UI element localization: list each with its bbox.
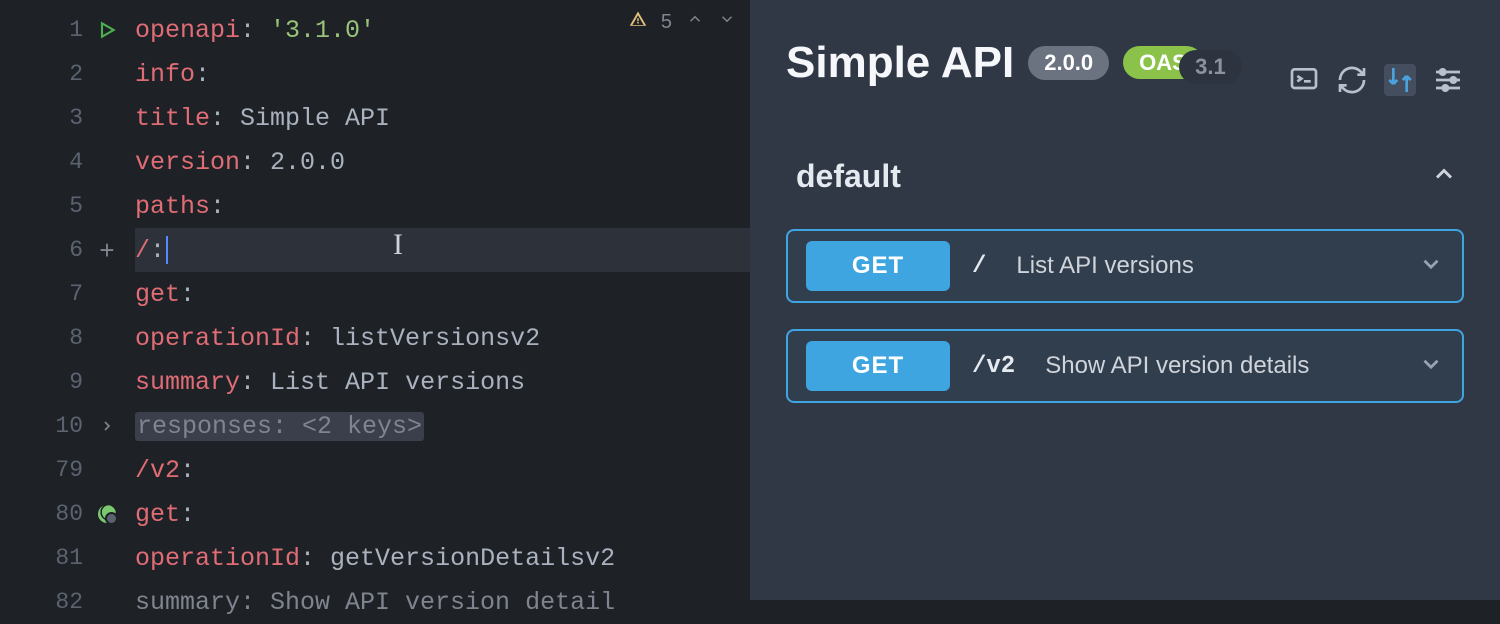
gutter-row: 81 [0,536,135,580]
gutter-row: 1 [0,8,135,52]
gutter-spacer [95,590,119,614]
line-number: 79 [43,457,83,483]
add-line-icon[interactable]: + [95,238,119,262]
operation-summary: Show API version details [1045,352,1309,380]
api-preview-panel: Simple API 2.0.0 OAS 3.1 default GET / Lis… [750,0,1500,600]
chevron-down-icon[interactable] [1418,351,1444,382]
code-line[interactable]: operationId: getVersionDetailsv2 [135,536,750,580]
line-number: 5 [43,193,83,219]
editor-diagnostics[interactable]: 5 [629,10,736,34]
editor-caret [166,236,168,264]
oas-version-badge: 3.1 [1179,50,1242,84]
tag-section-header[interactable]: default [786,158,1464,211]
line-number: 4 [43,149,83,175]
code-line[interactable]: title: Simple API [135,96,750,140]
gutter-row: 5 [0,184,135,228]
code-line[interactable]: paths: [135,184,750,228]
code-line[interactable]: info: [135,52,750,96]
gutter-row: 4 [0,140,135,184]
chevron-up-icon [1430,160,1458,193]
oas-badge-group: OAS 3.1 [1123,50,1203,76]
prev-problem-icon[interactable] [686,10,704,34]
code-line[interactable]: get: [135,272,750,316]
operation-row[interactable]: GET / List API versions [786,229,1464,303]
line-number: 82 [43,589,83,615]
gutter-row: 10 [0,404,135,448]
refresh-icon[interactable] [1336,64,1368,96]
gutter-spacer [95,106,119,130]
line-number: 80 [43,501,83,527]
gutter-row: 3 [0,96,135,140]
code-line[interactable]: operationId: listVersionsv2 [135,316,750,360]
settings-sliders-icon[interactable] [1432,64,1464,96]
gutter-row: 80 [0,492,135,536]
gutter-row: 2 [0,52,135,96]
code-editor[interactable]: 123456+7891079808182 I openapi: '3.1.0'i… [0,0,750,600]
chevron-down-icon[interactable] [1418,251,1444,282]
warnings-count: 5 [661,11,672,34]
gutter-spacer [95,326,119,350]
editor-code-area[interactable]: I openapi: '3.1.0'info: title: Simple AP… [135,0,750,600]
run-icon[interactable] [95,18,119,42]
code-line[interactable]: responses: <2 keys> [135,404,750,448]
code-line[interactable]: version: 2.0.0 [135,140,750,184]
code-line[interactable]: get: [135,492,750,536]
unfold-icon[interactable] [95,414,119,438]
line-number: 6 [43,237,83,263]
line-number: 1 [43,17,83,43]
code-line[interactable]: summary: Show API version detail [135,580,750,624]
http-method-badge: GET [806,341,950,391]
operation-path: / [972,253,986,280]
gutter-row: 79 [0,448,135,492]
preview-toolbar [1288,64,1464,96]
line-number: 81 [43,545,83,571]
line-number: 3 [43,105,83,131]
operation-path: /v2 [972,353,1015,380]
gutter-spacer [95,62,119,86]
code-line[interactable]: /v2: [135,448,750,492]
line-number: 8 [43,325,83,351]
line-number: 2 [43,61,83,87]
gutter-spacer [95,546,119,570]
gutter-row: 7 [0,272,135,316]
gutter-row: 6+ [0,228,135,272]
terminal-icon[interactable] [1288,64,1320,96]
gutter-row: 8 [0,316,135,360]
warning-icon [629,10,647,34]
api-title: Simple API [786,38,1014,88]
next-problem-icon[interactable] [718,10,736,34]
gutter-row: 9 [0,360,135,404]
operation-summary: List API versions [1016,252,1193,280]
line-number: 7 [43,281,83,307]
gutter-spacer [95,194,119,218]
version-badge: 2.0.0 [1028,46,1109,80]
line-number: 9 [43,369,83,395]
gutter-spacer [95,282,119,306]
gutter-spacer [95,150,119,174]
line-number: 10 [43,413,83,439]
operations-list: GET / List API versions GET/v2 Show API vers… [786,229,1464,403]
code-line[interactable]: summary: List API versions [135,360,750,404]
sync-scroll-icon[interactable] [1384,64,1416,96]
editor-gutter: 123456+7891079808182 [0,0,135,600]
endpoint-marker-icon[interactable] [95,502,119,526]
code-line[interactable]: /: [135,228,750,272]
gutter-spacer [95,370,119,394]
operation-row[interactable]: GET/v2 Show API version details [786,329,1464,403]
tag-name: default [796,158,901,195]
gutter-row: 82 [0,580,135,624]
http-method-badge: GET [806,241,950,291]
gutter-spacer [95,458,119,482]
